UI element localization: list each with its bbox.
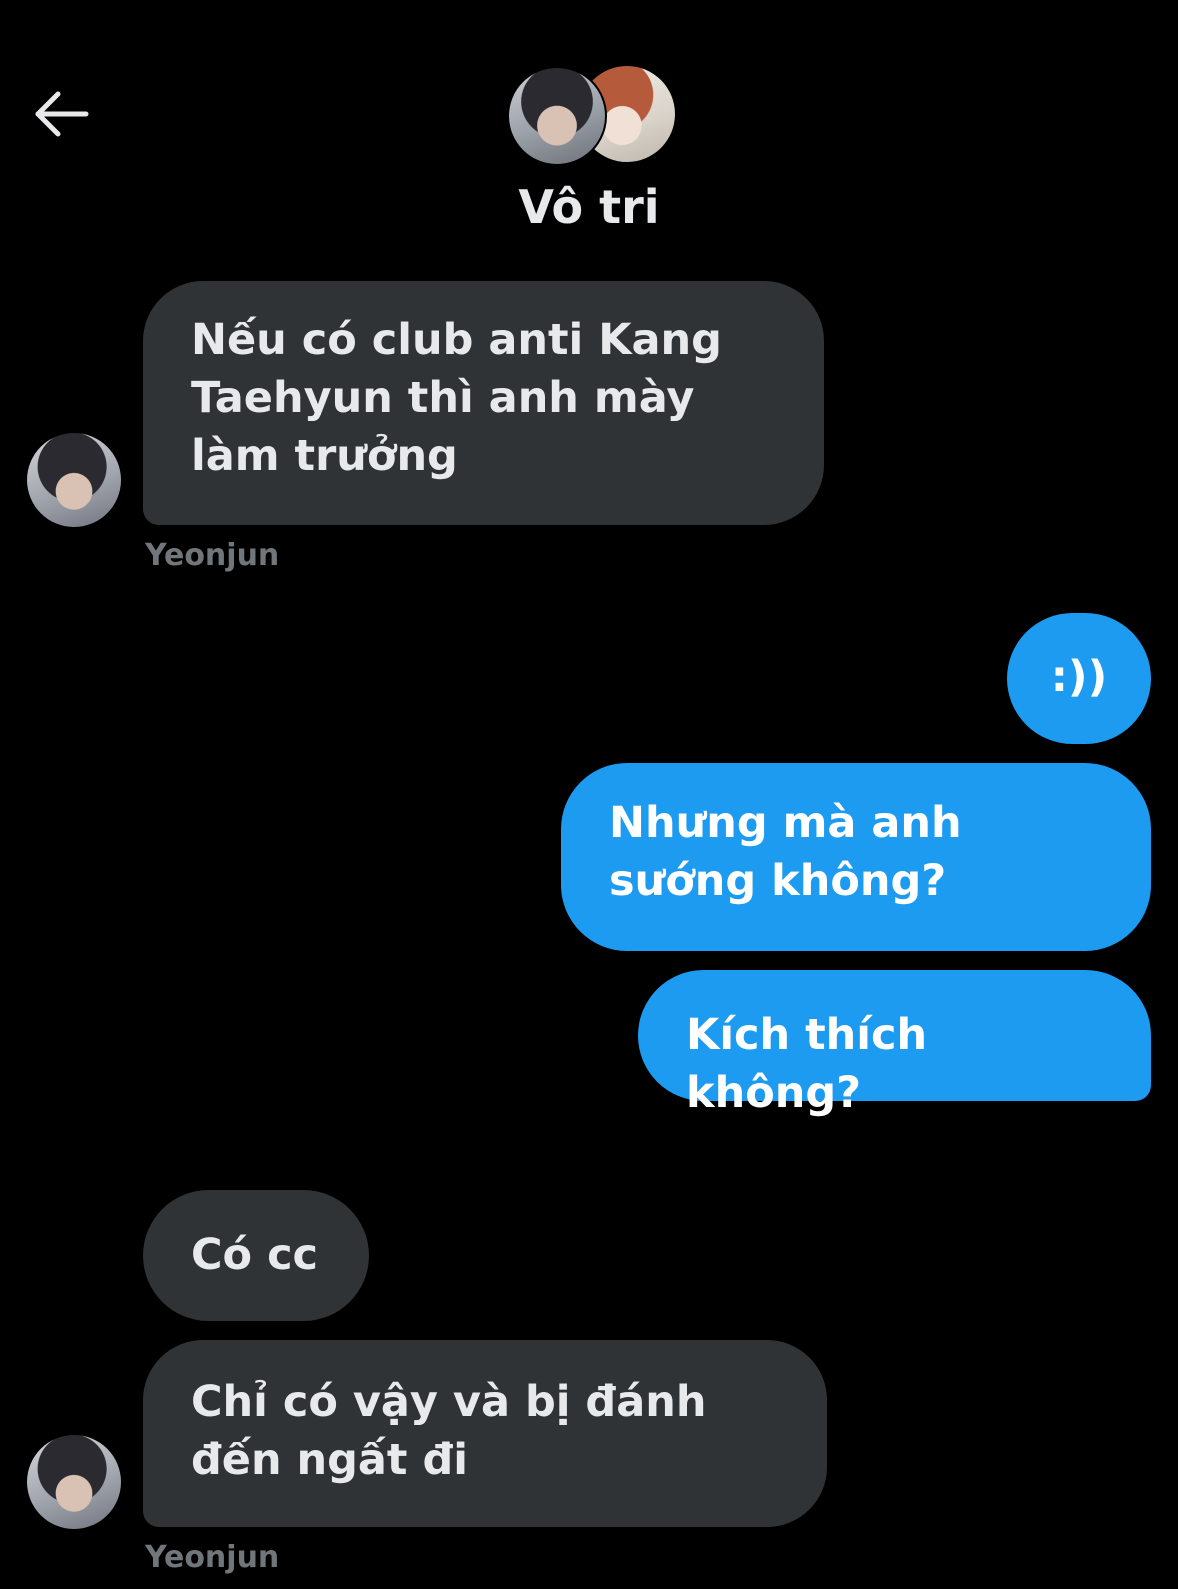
message-text: Nhưng mà anh sướng không? <box>609 798 962 906</box>
message-bubble[interactable]: :)) <box>1007 613 1151 744</box>
group-avatar-stack[interactable] <box>507 66 675 166</box>
message-bubble[interactable]: Kích thích không? <box>638 970 1151 1118</box>
group-member-avatar <box>507 66 607 166</box>
conversation-title[interactable]: Vô tri <box>0 180 1178 234</box>
message-text: Nếu có club anti Kang Taehyun thì anh mà… <box>191 315 722 481</box>
message-text: :)) <box>1050 652 1108 702</box>
message-bubble[interactable]: Có cc <box>143 1190 369 1321</box>
avatar[interactable] <box>27 1435 121 1529</box>
message-bubble[interactable]: Nếu có club anti Kang Taehyun thì anh mà… <box>143 281 824 525</box>
arrow-left-icon <box>35 91 89 137</box>
message-text: Có cc <box>191 1230 319 1280</box>
avatar[interactable] <box>27 433 121 527</box>
message-text: Kích thích không? <box>686 1010 928 1118</box>
message-bubble[interactable]: Chỉ có vậy và bị đánh đến ngất đi <box>143 1340 827 1527</box>
sender-name: Yeonjun <box>145 1540 280 1575</box>
sender-name: Yeonjun <box>145 538 280 573</box>
message-text: Chỉ có vậy và bị đánh đến ngất đi <box>191 1377 707 1485</box>
back-button[interactable] <box>30 86 92 142</box>
message-bubble[interactable]: Nhưng mà anh sướng không? <box>561 763 1151 951</box>
